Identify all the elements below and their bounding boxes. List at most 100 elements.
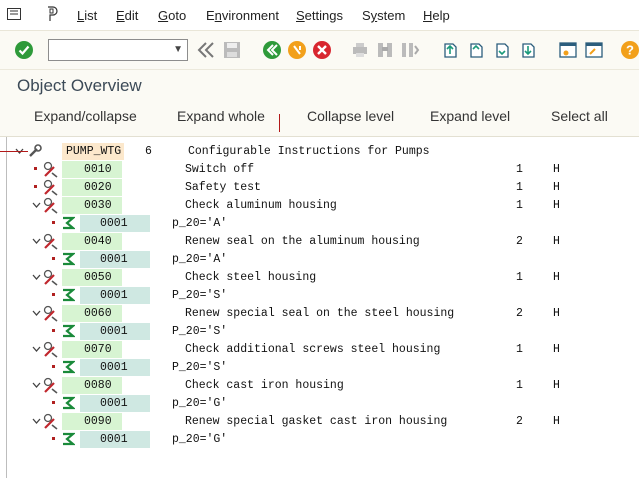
generate-shortcut-icon[interactable] <box>584 40 604 60</box>
operation-row[interactable]: 0070 Check additional screws steel housin… <box>0 341 639 359</box>
operation-icon <box>43 233 58 250</box>
exit-icon[interactable] <box>287 40 307 60</box>
operation-quantity: 2 <box>516 415 523 428</box>
dependency-icon <box>63 216 75 230</box>
find-icon <box>378 43 392 57</box>
operation-description: Check steel housing <box>185 271 317 284</box>
operation-row[interactable]: 0090 Renew special gasket cast iron housi… <box>0 413 639 431</box>
menu-bar: List Edit Goto Environment Settings System Hel… <box>0 0 639 31</box>
expand-collapse-button[interactable]: Expand/collapse <box>34 108 137 124</box>
menu-label-part: S <box>362 8 371 23</box>
select-all-button[interactable]: Select all <box>551 108 608 124</box>
back-icon[interactable] <box>262 40 282 60</box>
cancel-icon[interactable] <box>312 40 332 60</box>
menu-label-part: E <box>206 8 215 23</box>
dependency-number: 0001 <box>100 289 128 302</box>
chevron-down-icon[interactable] <box>32 381 41 390</box>
operation-row[interactable]: 0050 Check steel housing 1 H <box>0 269 639 287</box>
dependency-row[interactable]: 0001 p_20='A' <box>0 251 639 269</box>
chevron-down-icon[interactable] <box>32 201 41 210</box>
last-page-icon[interactable] <box>518 40 538 60</box>
menu-environment[interactable]: Environment <box>206 8 279 23</box>
dependency-condition: p_20='G' <box>172 433 228 446</box>
menu-label-part: elp <box>432 8 450 23</box>
dependency-icon <box>63 252 75 266</box>
operation-quantity: 2 <box>516 235 523 248</box>
dependency-row[interactable]: 0001 P_20='S' <box>0 323 639 341</box>
operation-row[interactable]: 0010 Switch off 1 H <box>0 161 639 179</box>
menu-mnemonic: E <box>116 8 125 23</box>
operation-description: Switch off <box>185 163 255 176</box>
operation-number: 0020 <box>84 181 112 194</box>
menu-mnemonic: H <box>423 8 433 23</box>
menu-list[interactable]: List <box>77 8 97 23</box>
operation-row[interactable]: 0030 Check aluminum housing 1 H <box>0 197 639 215</box>
customize-layout-icon[interactable] <box>46 6 60 22</box>
operation-number: 0090 <box>84 415 112 428</box>
dependency-condition: P_20='S' <box>172 289 228 302</box>
command-input[interactable] <box>51 41 171 61</box>
dependency-row[interactable]: 0001 p_20='G' <box>0 395 639 413</box>
operation-quantity: 1 <box>516 199 523 212</box>
operation-description: Renew special gasket cast iron housing <box>185 415 448 428</box>
tree-bullet-icon[interactable] <box>52 401 56 405</box>
first-page-icon[interactable] <box>440 40 460 60</box>
chevron-down-icon[interactable] <box>32 237 41 246</box>
chevron-down-icon[interactable] <box>32 345 41 354</box>
chevron-down-icon[interactable] <box>32 417 41 426</box>
chevron-down-icon[interactable] <box>32 273 41 282</box>
menu-edit[interactable]: Edit <box>116 8 138 23</box>
expand-level-button[interactable]: Expand level <box>430 108 510 124</box>
tree-bullet-icon[interactable] <box>52 365 56 369</box>
dependency-condition: P_20='S' <box>172 325 228 338</box>
operation-row[interactable]: 0080 Check cast iron housing 1 H <box>0 377 639 395</box>
next-page-icon[interactable] <box>492 40 512 60</box>
chevron-down-icon[interactable] <box>32 309 41 318</box>
operation-unit: H <box>553 199 560 212</box>
dependency-icon <box>63 396 75 410</box>
tree-bullet-icon[interactable] <box>52 221 56 225</box>
application-toolbar: Expand/collapse Expand whole Collapse le… <box>0 98 639 137</box>
root-description: Configurable Instructions for Pumps <box>188 145 430 158</box>
menu-system[interactable]: System <box>362 8 405 23</box>
dependency-row[interactable]: 0001 p_20='G' <box>0 431 639 449</box>
tree-bullet-icon[interactable] <box>52 329 56 333</box>
menu-settings[interactable]: Settings <box>296 8 343 23</box>
app-menu-icon[interactable] <box>7 8 21 20</box>
operation-unit: H <box>553 343 560 356</box>
previous-page-icon[interactable] <box>466 40 486 60</box>
menu-label-part: ettings <box>304 8 343 23</box>
dependency-row[interactable]: 0001 P_20='S' <box>0 287 639 305</box>
double-chevron-left-icon[interactable] <box>196 40 216 60</box>
operation-row[interactable]: 0040 Renew seal on the aluminum housing 2 H <box>0 233 639 251</box>
dependency-condition: p_20='A' <box>172 253 228 266</box>
tree-bullet-icon[interactable] <box>34 167 38 171</box>
operation-unit: H <box>553 415 560 428</box>
dependency-number: 0001 <box>100 433 128 446</box>
menu-help[interactable]: Help <box>423 8 450 23</box>
menu-goto[interactable]: Goto <box>158 8 186 23</box>
tree-bullet-icon[interactable] <box>34 185 38 189</box>
help-icon[interactable]: ? <box>620 40 639 60</box>
standard-toolbar: ▼ ? <box>0 31 639 70</box>
enter-check-icon[interactable] <box>14 40 34 60</box>
tree-bullet-icon[interactable] <box>52 437 56 441</box>
expand-whole-button[interactable]: Expand whole <box>177 108 265 124</box>
collapse-level-button[interactable]: Collapse level <box>307 108 394 124</box>
menu-label-part: dit <box>124 8 139 23</box>
tree-bullet-icon[interactable] <box>52 257 56 261</box>
dependency-number: 0001 <box>100 253 128 266</box>
dependency-row[interactable]: 0001 p_20='A' <box>0 215 639 233</box>
operation-row[interactable]: 0020 Safety test 1 H <box>0 179 639 197</box>
create-session-icon[interactable] <box>558 40 578 60</box>
command-field[interactable]: ▼ <box>48 39 188 61</box>
tree-root-row[interactable]: PUMP_WTG 6 Configurable Instructions for… <box>0 143 639 161</box>
dependency-row[interactable]: 0001 P_20='S' <box>0 359 639 377</box>
menu-mnemonic: S <box>296 8 305 23</box>
tree-bullet-icon[interactable] <box>52 293 56 297</box>
chevron-down-icon[interactable]: ▼ <box>173 44 183 55</box>
dependency-icon <box>63 324 75 338</box>
operation-unit: H <box>553 235 560 248</box>
operation-row[interactable]: 0060 Renew special seal on the steel hous… <box>0 305 639 323</box>
root-name: PUMP_WTG <box>66 145 122 158</box>
